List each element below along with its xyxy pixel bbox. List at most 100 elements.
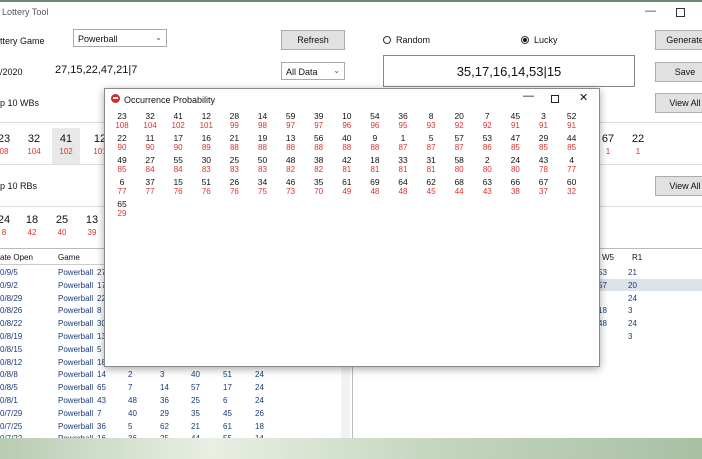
game-select[interactable]: Powerball ⌄ — [73, 29, 167, 47]
probability-cell: 69 48 — [370, 177, 380, 196]
probability-cell: 2 80 — [482, 155, 492, 174]
table-cell: 24 — [628, 293, 637, 303]
table-cell: 21 — [628, 268, 637, 277]
probability-cell: 44 85 — [566, 133, 577, 152]
table-cell: 20 — [628, 280, 637, 290]
probability-cell: 8 93 — [426, 111, 436, 130]
table-cell: 0/8/1 — [0, 396, 18, 405]
probability-cell: 21 88 — [229, 133, 240, 152]
chevron-down-icon: ⌄ — [155, 33, 162, 42]
table-cell: 45 — [223, 408, 232, 418]
table-cell: 2 — [128, 370, 133, 380]
table-cell: 3 — [628, 332, 633, 341]
probability-cell: 30 83 — [201, 155, 212, 174]
refresh-button[interactable]: Refresh — [281, 30, 345, 50]
table-cell: 61 — [223, 421, 232, 431]
probability-cell: 64 48 — [398, 177, 408, 196]
radio-lucky[interactable]: Lucky — [521, 35, 558, 45]
probability-cell: 16 89 — [201, 133, 212, 152]
wb-top-item: 41 102 — [52, 128, 80, 164]
radio-random-icon — [383, 35, 391, 44]
table-cell: 26 — [255, 408, 264, 418]
table-cell: Powerball — [58, 383, 94, 393]
minimize-icon[interactable]: — — [523, 90, 534, 102]
table-cell: 25 — [191, 396, 200, 405]
probability-cell: 32 104 — [143, 111, 157, 130]
probability-cell: 38 82 — [313, 155, 324, 174]
probability-cell: 23 108 — [115, 111, 129, 130]
maximize-icon[interactable] — [676, 8, 685, 17]
close-icon[interactable]: ✕ — [579, 91, 588, 104]
table-cell: 36 — [97, 421, 106, 431]
probability-cell: 28 99 — [229, 111, 240, 130]
filter-select[interactable]: All Data ⌄ — [281, 62, 345, 80]
desktop-strip-bottom — [0, 438, 702, 459]
probability-cell: 68 44 — [454, 177, 464, 196]
probability-cell: 13 88 — [285, 133, 296, 152]
rb-top-item: 24 8 — [0, 214, 11, 237]
stats-table[interactable]: W5 R1 53 21 57 20 24 18 3 48 24 3 — [590, 250, 702, 370]
probability-cell: 9 88 — [370, 133, 380, 152]
probability-cell: 25 83 — [229, 155, 240, 174]
table-header[interactable]: R1 — [632, 253, 642, 262]
table-cell: Powerball — [58, 319, 94, 329]
table-header[interactable]: Game — [58, 253, 80, 262]
filter-select-value: All Data — [286, 67, 318, 77]
table-cell: 14 — [97, 370, 106, 380]
probability-cell: 40 88 — [342, 133, 352, 152]
probability-cell: 47 85 — [510, 133, 521, 152]
lucky-numbers-box: 35,17,16,14,53|15 — [383, 55, 635, 87]
table-cell: 0/8/22 — [0, 319, 23, 329]
table-cell: 62 — [160, 421, 169, 431]
table-cell: 24 — [255, 370, 264, 380]
top-wb-label: p 10 WBs — [0, 98, 40, 108]
table-cell: 40 — [128, 408, 137, 418]
table-cell: 0/7/29 — [0, 408, 23, 418]
maximize-icon[interactable] — [551, 95, 559, 103]
probability-cell: 46 73 — [285, 177, 296, 196]
probability-cell: 34 75 — [257, 177, 268, 196]
table-header[interactable]: ate Open — [0, 253, 33, 262]
table-header[interactable]: W5 — [602, 253, 614, 262]
dialog-title: Occurrence Probability — [124, 95, 216, 105]
probability-cell: 1 87 — [398, 133, 408, 152]
probability-cell: 6 77 — [117, 177, 127, 196]
probability-cell: 56 88 — [313, 133, 324, 152]
table-cell: 24 — [255, 396, 264, 405]
view-all-wb-button[interactable]: View All — [655, 93, 702, 113]
view-all-rb-button[interactable]: View All — [655, 176, 702, 196]
save-button[interactable]: Save — [655, 62, 702, 82]
probability-cell: 52 91 — [566, 111, 577, 130]
minimize-icon[interactable]: — — [645, 5, 656, 17]
radio-lucky-icon — [521, 35, 529, 44]
table-cell: 7 — [128, 383, 133, 393]
table-cell: 18 — [255, 421, 264, 431]
probability-cell: 14 98 — [257, 111, 268, 130]
table-cell: 57 — [191, 383, 200, 393]
table-cell: 3 — [160, 370, 165, 380]
probability-cell: 57 87 — [454, 133, 464, 152]
wb-top-item: 32 104 — [27, 133, 41, 156]
table-cell: 0/8/12 — [0, 357, 23, 367]
rb-top-item: 25 40 — [55, 214, 69, 237]
probability-cell: 7 92 — [482, 111, 492, 130]
probability-cell: 50 83 — [257, 155, 268, 174]
radio-random[interactable]: Random — [383, 35, 430, 45]
probability-cell: 35 70 — [313, 177, 324, 196]
probability-cell: 15 76 — [173, 177, 183, 196]
probability-cell: 12 101 — [199, 111, 213, 130]
table-cell: Powerball — [58, 280, 94, 290]
table-cell: Powerball — [58, 408, 94, 418]
title-bar: Lottery Tool — — [0, 2, 702, 24]
table-cell: 0/9/2 — [0, 280, 18, 290]
table-cell: Powerball — [58, 421, 94, 431]
probability-cell: 22 90 — [117, 133, 127, 152]
probability-cell: 17 90 — [173, 133, 183, 152]
table-cell: 48 — [128, 396, 137, 405]
probability-cell: 3 91 — [539, 111, 548, 130]
probability-cell: 31 81 — [426, 155, 436, 174]
probability-cell: 26 76 — [229, 177, 240, 196]
rb-top-item: 13 39 — [85, 214, 99, 237]
table-cell: 0/8/5 — [0, 383, 18, 393]
generate-button[interactable]: Generate — [655, 30, 702, 50]
